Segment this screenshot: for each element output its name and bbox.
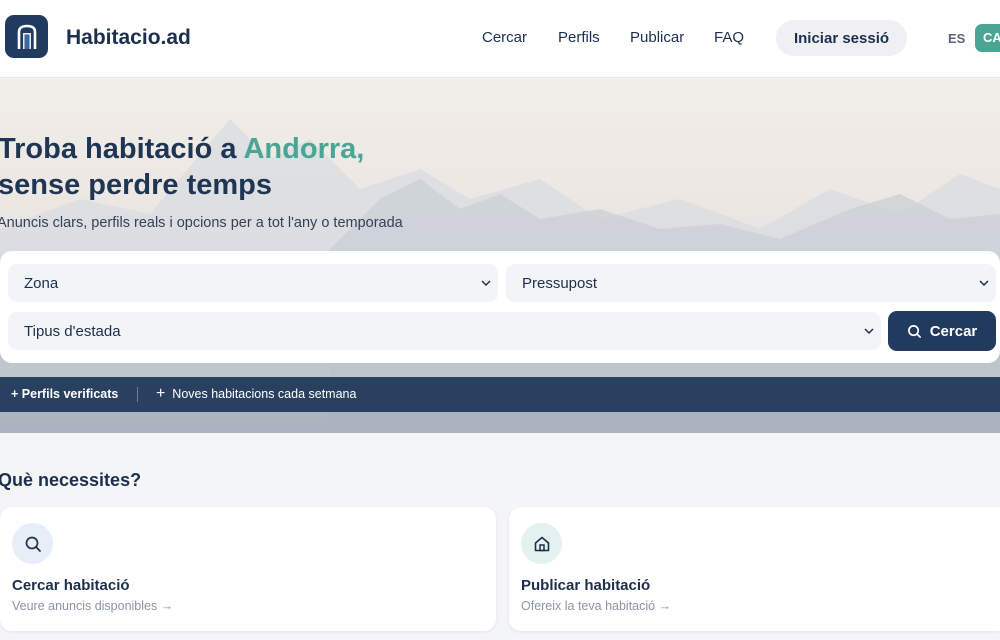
hero-title-part1: Troba habitació a bbox=[0, 133, 244, 165]
card-link[interactable]: Ofereix la teva habitació → bbox=[521, 599, 671, 613]
divider bbox=[137, 387, 138, 402]
tipus-estada-select[interactable]: Tipus d'estada bbox=[8, 312, 881, 350]
search-panel: Zona Pressupost Tipus d'estada Cercar bbox=[0, 251, 1000, 363]
pressupost-select[interactable]: Pressupost bbox=[506, 264, 996, 302]
card-link[interactable]: Veure anuncis disponibles → bbox=[12, 599, 173, 613]
nav-faq[interactable]: FAQ bbox=[714, 29, 744, 46]
door-logo-icon bbox=[17, 24, 36, 49]
chevron-down-icon bbox=[979, 280, 989, 287]
brand-name[interactable]: Habitacio.ad bbox=[66, 26, 191, 50]
trust-item-verified: + Perfils verificats bbox=[11, 387, 118, 401]
section-title: Què necessites? bbox=[0, 470, 142, 490]
trust-item-new-rooms: + Noves habitacions cada setmana bbox=[156, 385, 357, 402]
home-icon bbox=[534, 536, 549, 551]
search-button[interactable]: Cercar bbox=[888, 311, 996, 351]
nav-publicar[interactable]: Publicar bbox=[630, 29, 684, 46]
zona-select[interactable]: Zona bbox=[8, 264, 498, 302]
hero-subtitle: Anuncis clars, perfils reals i opcions p… bbox=[0, 215, 403, 231]
hero-title-line2: sense perdre temps bbox=[0, 169, 273, 201]
logo[interactable] bbox=[5, 15, 48, 58]
trust-bar: + Perfils verificats + Noves habitacions… bbox=[0, 377, 1000, 412]
trust-item-verified-label: Perfils verificats bbox=[21, 387, 119, 401]
site-header: Habitacio.ad Cercar Perfils Publicar FAQ… bbox=[0, 0, 1000, 78]
home-icon-wrapper bbox=[521, 523, 562, 564]
card-title: Cercar habitació bbox=[12, 577, 130, 594]
pressupost-label: Pressupost bbox=[522, 275, 598, 292]
login-button[interactable]: Iniciar sessió bbox=[776, 20, 907, 56]
nav-perfils[interactable]: Perfils bbox=[558, 29, 600, 46]
hero-section: Troba habitació a Andorra, sense perdre … bbox=[0, 79, 1000, 433]
card-search-room[interactable]: Cercar habitació Veure anuncis disponibl… bbox=[0, 507, 496, 631]
zona-label: Zona bbox=[24, 275, 59, 292]
lang-ca-button[interactable]: CA bbox=[975, 24, 1000, 52]
search-icon bbox=[907, 324, 921, 338]
hero-title-accent: Andorra, bbox=[243, 133, 365, 165]
lang-es-button[interactable]: ES bbox=[948, 31, 965, 46]
hero-title: Troba habitació a Andorra, sense perdre … bbox=[0, 131, 364, 203]
search-button-label: Cercar bbox=[929, 322, 978, 340]
plus-icon: + bbox=[11, 387, 22, 401]
tipus-estada-label: Tipus d'estada bbox=[24, 323, 121, 340]
chevron-down-icon bbox=[864, 328, 874, 335]
card-title: Publicar habitació bbox=[521, 577, 651, 594]
search-icon-wrapper bbox=[12, 523, 53, 564]
search-icon bbox=[25, 536, 41, 552]
chevron-down-icon bbox=[481, 280, 491, 287]
nav-cercar[interactable]: Cercar bbox=[482, 29, 527, 46]
trust-item-new-rooms-label: Noves habitacions cada setmana bbox=[172, 387, 357, 401]
plus-icon: + bbox=[156, 385, 166, 402]
card-publish-room[interactable]: Publicar habitació Ofereix la teva habit… bbox=[509, 507, 1000, 631]
